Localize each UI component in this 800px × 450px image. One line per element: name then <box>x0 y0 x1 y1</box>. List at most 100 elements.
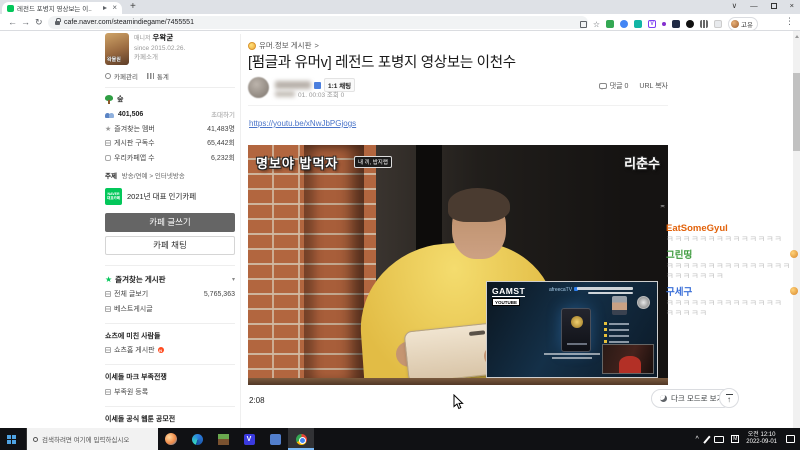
member-count: 401,506 <box>118 110 144 118</box>
stat-label[interactable]: 우리카페앱 수 <box>114 153 155 163</box>
bookmark-star-icon[interactable]: ☆ <box>593 20 600 29</box>
window-minimize-icon[interactable]: — <box>750 1 758 10</box>
chat-username: 그린띵 <box>666 247 798 261</box>
pip-subtitle-blurred <box>544 353 600 359</box>
extension-icon-2[interactable] <box>620 20 629 28</box>
post-meta: 01. 00:03 조회 0 <box>298 92 345 99</box>
taskbar-search[interactable]: 검색하려면 여기에 입력하십시오 <box>26 428 158 450</box>
chevron-down-icon[interactable]: ▾ <box>232 276 235 283</box>
taskbar-app-starfish[interactable] <box>158 428 184 450</box>
breadcrumb[interactable]: 유머.정보 게시판 > <box>248 40 319 51</box>
stat-label[interactable]: 즐겨찾는 멤버 <box>114 124 155 134</box>
chrome-icon <box>295 433 307 445</box>
pen-icon[interactable] <box>703 435 711 443</box>
reload-icon[interactable]: ↻ <box>35 17 43 27</box>
date-blurred <box>275 91 295 97</box>
stat-label[interactable]: 게시판 구독수 <box>114 138 155 148</box>
extension-icon-3[interactable] <box>634 20 643 28</box>
browser-tab[interactable]: 레전드 포병지 영상보는 이.. × <box>2 2 122 14</box>
comments-action[interactable]: 댓글 0 <box>598 81 628 91</box>
scrollbar-thumb[interactable] <box>793 73 800 151</box>
stat-value: 6,232회 <box>211 154 235 162</box>
taskbar-app-chrome[interactable] <box>288 428 314 450</box>
afreeca-logo: afreecaTV <box>549 287 578 293</box>
youtube-link[interactable]: https://youtu.be/xNwJbPGjogs <box>249 119 356 128</box>
app-icon <box>269 433 281 445</box>
toolbar-icons: ☆ V 고유 <box>579 17 758 31</box>
scrollbar-up-icon[interactable] <box>794 33 799 38</box>
up-arrow-icon: ↑ <box>727 394 731 404</box>
board-icon <box>105 140 111 146</box>
board-icon <box>105 388 111 395</box>
forward-icon[interactable]: → <box>21 17 30 27</box>
profile-chip[interactable]: 고유 <box>728 17 758 31</box>
chat-username: 구세구 <box>666 284 798 298</box>
chat-message: ㅋㅋㅋㅋㅋㅋㅋㅋㅋㅋㅋㅋㅋㅋ <box>666 298 783 308</box>
extension-icon-1[interactable] <box>606 20 615 28</box>
extension-icon-4[interactable]: V <box>648 20 657 28</box>
author-avatar[interactable] <box>248 77 269 98</box>
window-close-icon[interactable]: × <box>790 1 794 10</box>
breadcrumb-arrow: > <box>314 41 319 50</box>
green-star-icon: ★ <box>105 274 113 284</box>
forest-grade-icon <box>105 94 113 104</box>
emote-icon <box>790 287 798 295</box>
breadcrumb-label[interactable]: 유머.정보 게시판 <box>259 40 311 51</box>
taskbar-app-blue[interactable] <box>262 428 288 450</box>
cafe-profile-image[interactable]: 왁물원 <box>105 33 129 65</box>
taskbar-clock[interactable]: 오전 12:10 2022-09-01 <box>746 432 777 447</box>
tray-app-icon[interactable] <box>731 435 740 443</box>
notification-center-icon[interactable] <box>786 435 795 443</box>
new-tab-button[interactable]: + <box>130 1 136 12</box>
taskbar-app-minecraft[interactable] <box>210 428 236 450</box>
keyboard-icon[interactable] <box>714 435 725 443</box>
manager-name[interactable]: 우왁굳 <box>153 33 174 42</box>
member-grade-icon <box>314 81 321 89</box>
window-maximize-icon[interactable] <box>770 2 777 9</box>
sidebar-section-shorts: 쇼츠에 미친 사람들 <box>105 322 235 341</box>
extension-icon-8[interactable] <box>700 20 709 28</box>
system-tray: ^ 오전 12:10 2022-09-01 <box>696 432 800 447</box>
favorite-boards-row[interactable]: ★ 즐겨찾는 게시판 ▾ <box>105 264 235 285</box>
scroll-to-top-button[interactable]: ↑ <box>719 388 739 408</box>
tab-close-icon[interactable]: × <box>112 4 117 12</box>
taskbar-app-v[interactable] <box>236 428 262 450</box>
sidebar-item-tribe-register[interactable]: 부족원 등록 <box>105 387 235 397</box>
overlay-artifact: ≍ <box>660 81 666 87</box>
address-bar[interactable]: cafe.naver.com/steamindiegame/7455551 <box>48 16 588 29</box>
pip-stream-frame: GAMST YOUTUBE afreecaTV <box>486 281 658 378</box>
taskbar-app-edge[interactable] <box>184 428 210 450</box>
board-icon <box>105 291 111 297</box>
extension-icon-9[interactable] <box>714 20 723 28</box>
post-actions: 댓글 0 URL 복사 <box>530 81 668 91</box>
cafe-manage-link[interactable]: 카페관리 <box>114 71 138 81</box>
invite-link[interactable]: 초대하기 <box>211 109 235 119</box>
topic-value[interactable]: 방송/연예 > 인터넷방송 <box>122 173 185 180</box>
share-icon[interactable] <box>579 20 587 28</box>
cafe-intro-link[interactable]: 카페소개 <box>134 53 185 62</box>
sidebar-item-all-posts[interactable]: 전체 글보기 5,765,363 <box>105 289 235 299</box>
window-chevron-icon[interactable]: ∨ <box>732 1 738 10</box>
sidebar-item-best-posts[interactable]: 베스트게시글 <box>105 304 235 314</box>
player-portrait <box>612 296 627 315</box>
back-icon[interactable]: ← <box>8 17 17 27</box>
cafe-chat-button[interactable]: 카페 채팅 <box>105 235 235 255</box>
stat-list-blurred <box>604 322 629 346</box>
cafe-stats-link[interactable]: 통계 <box>157 71 169 81</box>
comment-bubble-icon <box>598 83 607 90</box>
tray-chevron-icon[interactable]: ^ <box>696 436 699 443</box>
extension-icon-5[interactable] <box>662 22 667 26</box>
app-icon <box>165 433 177 445</box>
extension-icon-7[interactable] <box>686 20 695 28</box>
tab-audio-icon[interactable] <box>103 6 109 10</box>
extension-icon-6[interactable] <box>672 20 681 28</box>
browser-menu-icon[interactable]: ⋮ <box>785 16 794 27</box>
sidebar-item-shorts-board[interactable]: 쇼츠홈 게시판 N <box>105 345 235 355</box>
screen: 레전드 포병지 영상보는 이.. × + ∨ — × ← → ↻ cafe.na… <box>0 0 800 450</box>
sidebar-divider <box>240 34 241 428</box>
topic-label: 주제 <box>105 172 117 180</box>
start-button[interactable] <box>0 428 26 450</box>
cafe-write-button[interactable]: 카페 글쓰기 <box>105 212 235 232</box>
video-player[interactable]: Now Pla 명보야 밥먹자 내 끼, 밥지랩 리춘수 GAMST YOUTU… <box>248 145 668 385</box>
favorite-boards-label: 즐겨찾는 게시판 <box>115 274 166 284</box>
